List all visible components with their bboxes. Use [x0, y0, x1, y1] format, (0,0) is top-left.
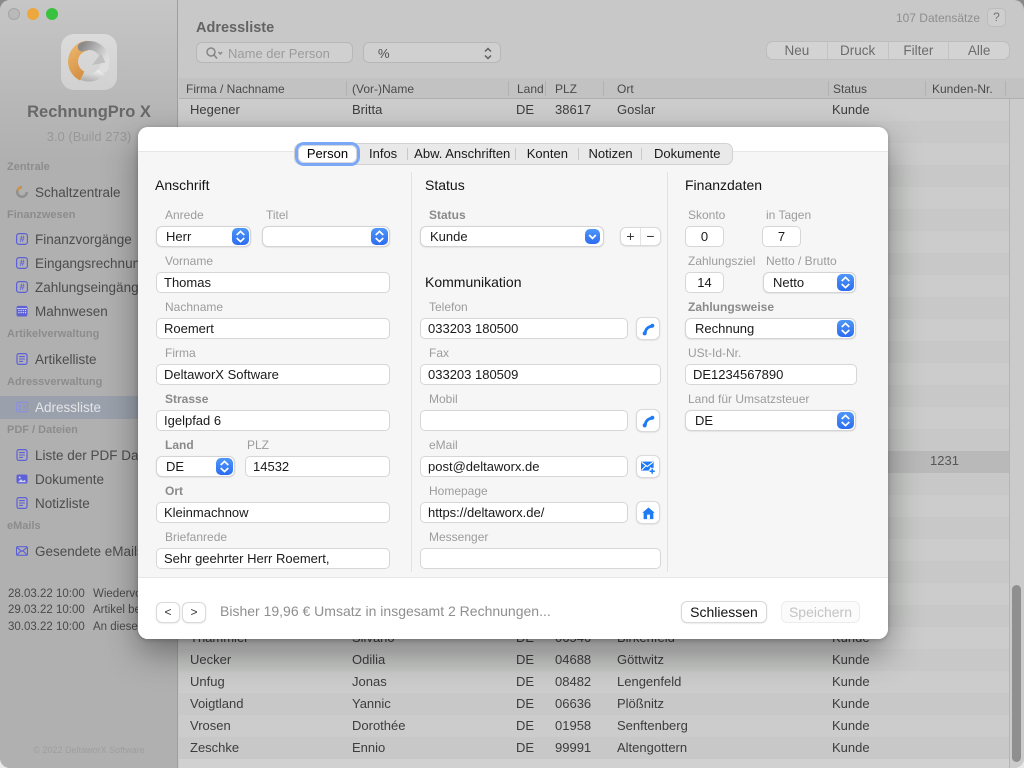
svg-text:#: # — [20, 258, 25, 268]
svg-text:#: # — [20, 234, 25, 244]
svg-text:#: # — [20, 282, 25, 292]
